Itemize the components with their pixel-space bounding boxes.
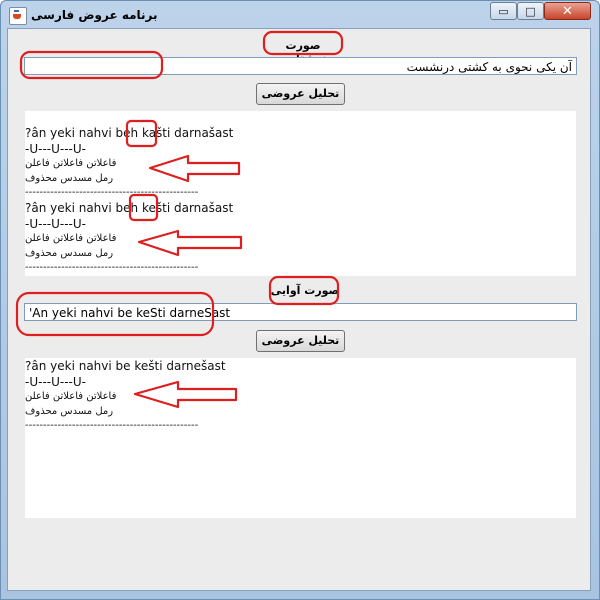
minimize-icon: ▭ [498,4,509,18]
maximize-icon: □ [525,4,536,18]
client-area: صورت نوشتاری آن یکی نحوی به کشتی درنشست … [7,28,591,591]
analyze-written-button[interactable]: تحلیل عروضی [256,83,345,105]
maximize-button[interactable]: □ [517,2,544,20]
written-input[interactable]: آن یکی نحوی به کشتی درنشست [24,57,577,75]
analyze-phonetic-button[interactable]: تحلیل عروضی [256,330,345,352]
close-button[interactable]: ✕ [544,2,591,20]
phonetic-input[interactable]: 'An yeki nahvi be keSti darneSast [24,303,577,321]
result-pattern: -U---U---U- [25,217,86,231]
result-feet: فاعلاتن فاعلاتن فاعلن [25,233,117,244]
result-separator: ----------------------------------------… [25,262,199,273]
phonetic-results-panel: ?ân yeki nahvi be kešti darnešast -U---U… [25,358,576,518]
result-feet: فاعلاتن فاعلاتن فاعلن [25,391,117,402]
result-transliteration: ?ân yeki nahvi be kešti darnešast [25,359,226,373]
result-meter: رمل مسدس محذوف [25,248,114,259]
result-pattern: -U---U---U- [25,375,86,389]
result-transliteration: ?ân yeki nahvi beh kešti darnašast [25,201,234,215]
result-separator: ----------------------------------------… [25,420,199,431]
result-feet: فاعلاتن فاعلاتن فاعلن [25,158,117,169]
result-meter: رمل مسدس محذوف [25,406,114,417]
title-bar: برنامه عروض فارسی ▭ □ ✕ [1,1,599,29]
window-title: برنامه عروض فارسی [31,8,158,22]
result-separator: ----------------------------------------… [25,187,199,198]
result-meter: رمل مسدس محذوف [25,173,114,184]
minimize-button[interactable]: ▭ [490,2,517,20]
result-pattern: -U---U---U- [25,142,86,156]
java-icon [9,7,27,25]
phonetic-form-label: صورت آوایی [270,284,340,297]
result-transliteration: ?ân yeki nahvi beh kašti darnašast [25,126,234,140]
written-results-panel: ?ân yeki nahvi beh kašti darnašast -U---… [25,111,576,276]
close-icon: ✕ [562,3,573,19]
